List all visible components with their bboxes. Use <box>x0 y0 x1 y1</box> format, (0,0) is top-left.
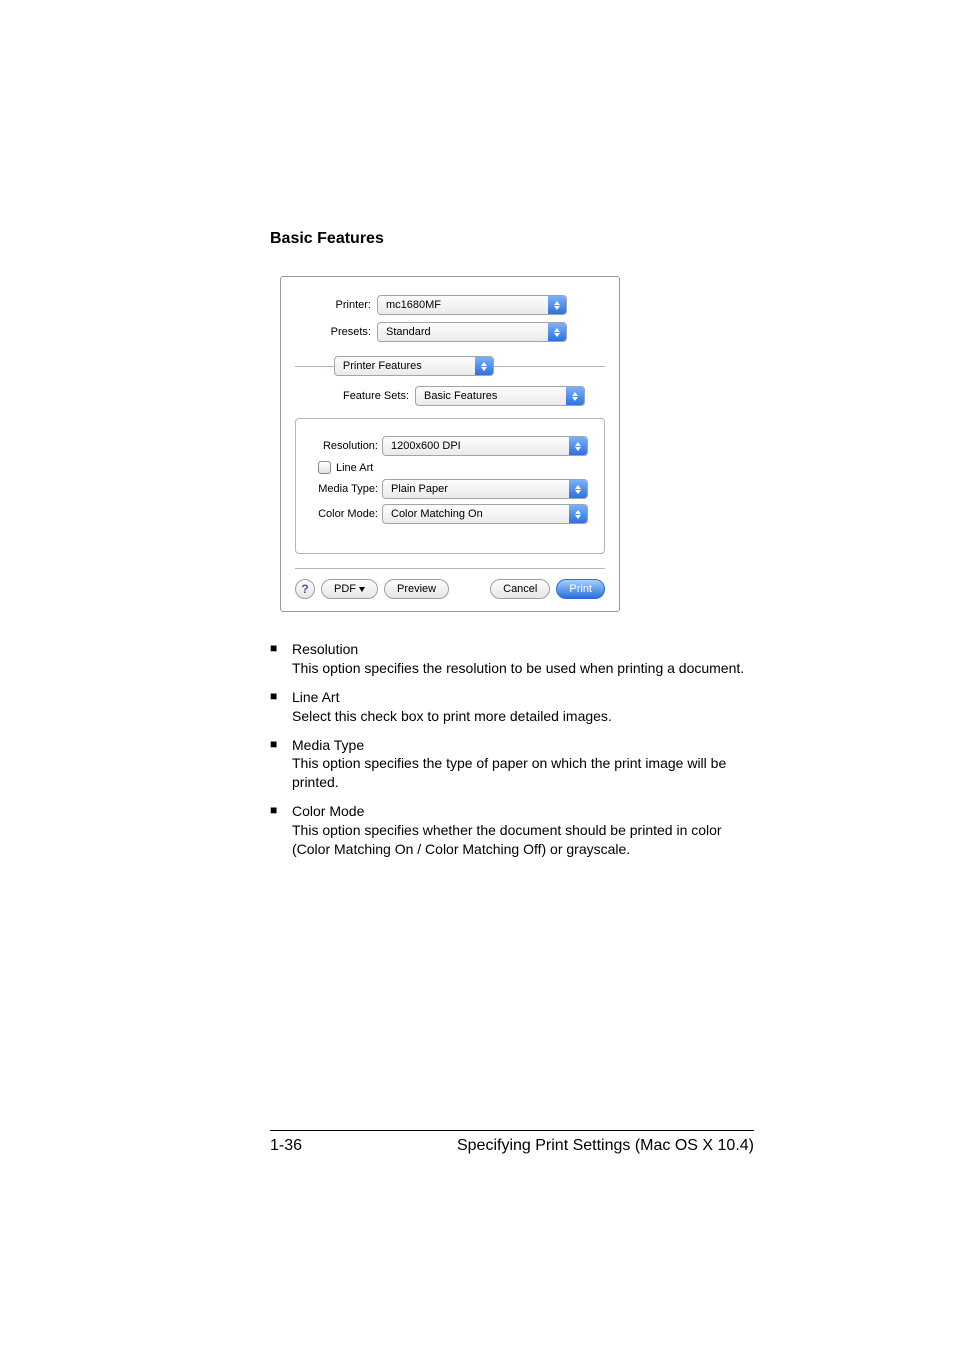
chevron-updown-icon <box>569 479 587 499</box>
bullet-title: Media Type <box>292 736 754 755</box>
presets-label: Presets: <box>295 326 377 338</box>
print-button[interactable]: Print <box>556 579 605 599</box>
chevron-updown-icon <box>548 322 566 342</box>
list-item: ■ Line Art Select this check box to prin… <box>270 688 754 726</box>
media-type-select-value: Plain Paper <box>383 479 569 499</box>
footer-title: Specifying Print Settings (Mac OS X 10.4… <box>457 1137 754 1155</box>
bullet-icon: ■ <box>270 736 292 793</box>
section-heading: Basic Features <box>270 230 754 248</box>
bullet-title: Color Mode <box>292 802 754 821</box>
bullet-desc: Select this check box to print more deta… <box>292 708 612 724</box>
resolution-select-value: 1200x600 DPI <box>383 436 569 456</box>
printer-select[interactable]: mc1680MF <box>377 295 567 315</box>
feature-bullet-list: ■ Resolution This option specifies the r… <box>270 640 754 859</box>
chevron-updown-icon <box>566 386 584 406</box>
chevron-updown-icon <box>475 356 493 376</box>
list-item: ■ Resolution This option specifies the r… <box>270 640 754 678</box>
resolution-select[interactable]: 1200x600 DPI <box>382 436 588 456</box>
color-mode-select-value: Color Matching On <box>383 504 569 524</box>
help-glyph: ? <box>301 582 308 596</box>
cancel-button-label: Cancel <box>503 583 537 595</box>
chevron-down-icon <box>359 587 365 592</box>
footer-rule <box>270 1130 754 1131</box>
page-footer: 1-36 Specifying Print Settings (Mac OS X… <box>270 1130 754 1155</box>
pdf-button-label: PDF <box>334 583 356 595</box>
bullet-icon: ■ <box>270 640 292 678</box>
resolution-label: Resolution: <box>312 440 382 452</box>
presets-select[interactable]: Standard <box>377 322 567 342</box>
line-art-label: Line Art <box>336 462 373 474</box>
media-type-select[interactable]: Plain Paper <box>382 479 588 499</box>
print-button-label: Print <box>569 583 592 595</box>
color-mode-select[interactable]: Color Matching On <box>382 504 588 524</box>
pane-select-value: Printer Features <box>335 356 475 376</box>
feature-sets-row: Feature Sets: Basic Features <box>295 386 605 406</box>
media-type-label: Media Type: <box>312 483 382 495</box>
chevron-updown-icon <box>569 436 587 456</box>
feature-sets-select[interactable]: Basic Features <box>415 386 585 406</box>
presets-row: Presets: Standard <box>295 322 605 342</box>
resolution-row: Resolution: 1200x600 DPI <box>312 436 588 456</box>
printer-label: Printer: <box>295 299 377 311</box>
preview-button-label: Preview <box>397 583 436 595</box>
chevron-updown-icon <box>569 504 587 524</box>
color-mode-label: Color Mode: <box>312 508 382 520</box>
pdf-button[interactable]: PDF <box>321 579 378 599</box>
print-dialog: Printer: mc1680MF Presets: Standard Prin… <box>280 276 620 612</box>
chevron-updown-icon <box>548 295 566 315</box>
bullet-icon: ■ <box>270 802 292 859</box>
bullet-desc: This option specifies whether the docume… <box>292 822 722 857</box>
feature-sets-select-value: Basic Features <box>416 386 566 406</box>
bullet-desc: This option specifies the resolution to … <box>292 660 744 676</box>
presets-select-value: Standard <box>378 322 548 342</box>
dialog-footer: ? PDF Preview Cancel Print <box>295 579 605 599</box>
media-type-row: Media Type: Plain Paper <box>312 479 588 499</box>
pane-select[interactable]: Printer Features <box>334 356 494 376</box>
footer-divider <box>295 568 605 569</box>
feature-sets-label: Feature Sets: <box>343 390 415 402</box>
pane-divider: Printer Features <box>295 356 605 376</box>
list-item: ■ Color Mode This option specifies wheth… <box>270 802 754 859</box>
preview-button[interactable]: Preview <box>384 579 449 599</box>
page-number: 1-36 <box>270 1137 302 1155</box>
color-mode-row: Color Mode: Color Matching On <box>312 504 588 524</box>
cancel-button[interactable]: Cancel <box>490 579 550 599</box>
bullet-icon: ■ <box>270 688 292 726</box>
help-icon[interactable]: ? <box>295 579 315 599</box>
printer-row: Printer: mc1680MF <box>295 295 605 315</box>
bullet-title: Line Art <box>292 688 754 707</box>
bullet-desc: This option specifies the type of paper … <box>292 755 726 790</box>
feature-options-box: Resolution: 1200x600 DPI Line Art Media … <box>295 418 605 554</box>
list-item: ■ Media Type This option specifies the t… <box>270 736 754 793</box>
bullet-title: Resolution <box>292 640 754 659</box>
printer-select-value: mc1680MF <box>378 295 548 315</box>
line-art-checkbox[interactable] <box>318 461 331 474</box>
line-art-row: Line Art <box>318 461 588 474</box>
